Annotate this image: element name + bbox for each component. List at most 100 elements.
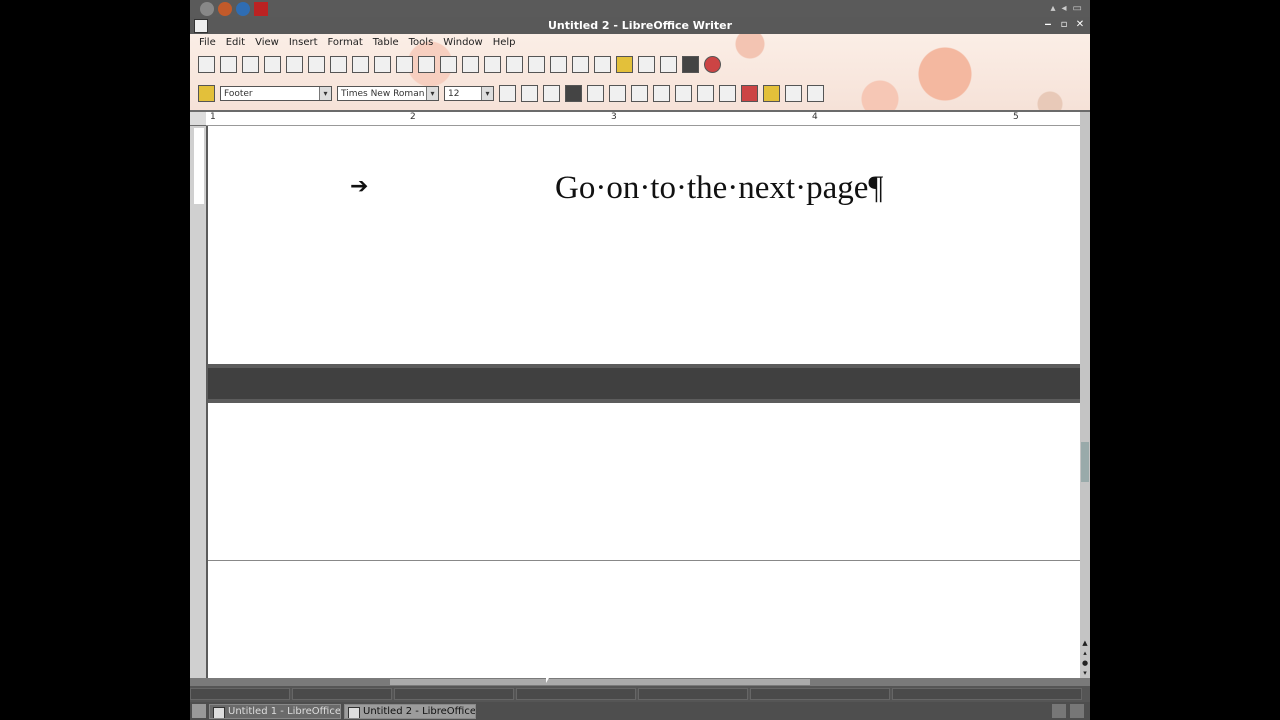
apps-icon[interactable] xyxy=(200,1,214,16)
menu-help[interactable]: Help xyxy=(488,36,521,50)
bullets-icon[interactable] xyxy=(675,85,692,102)
new-document-icon[interactable] xyxy=(198,56,215,73)
align-right-icon[interactable] xyxy=(609,85,626,102)
status-zoom-field[interactable] xyxy=(892,688,1082,700)
email-icon[interactable] xyxy=(264,56,281,73)
menu-tools[interactable]: Tools xyxy=(404,36,439,50)
toolbar-options-icon[interactable] xyxy=(807,85,824,102)
menu-edit[interactable]: Edit xyxy=(221,36,250,50)
taskbar-item-untitled-2[interactable]: Untitled 2 - LibreOffice... xyxy=(344,703,476,719)
font-size-select[interactable]: 12 ▾ xyxy=(444,86,494,101)
underline-icon[interactable] xyxy=(543,85,560,102)
chevron-down-icon[interactable]: ▾ xyxy=(319,87,331,100)
font-color-icon[interactable] xyxy=(741,85,758,102)
horizontal-scroll-thumb[interactable] xyxy=(390,679,810,685)
paragraph-style-select[interactable]: Footer ▾ xyxy=(220,86,332,101)
decrease-indent-icon[interactable] xyxy=(697,85,714,102)
task-label: Untitled 1 - LibreOffice... xyxy=(228,705,341,717)
scroll-up-icon[interactable]: ▲ xyxy=(1080,638,1090,648)
save-icon[interactable] xyxy=(242,56,259,73)
styles-icon[interactable] xyxy=(198,85,215,102)
horizontal-ruler[interactable]: 1 2 3 4 5 xyxy=(206,112,1080,126)
status-page-field[interactable] xyxy=(190,688,290,700)
autospellcheck-icon[interactable] xyxy=(396,56,413,73)
menu-insert[interactable]: Insert xyxy=(284,36,323,50)
export-pdf-icon[interactable] xyxy=(308,56,325,73)
vertical-ruler[interactable] xyxy=(190,126,206,678)
previous-page-icon[interactable]: ▴ xyxy=(1080,648,1090,658)
horizontal-scrollbar[interactable] xyxy=(190,678,1090,686)
font-name-select[interactable]: Times New Roman ▾ xyxy=(337,86,439,101)
increase-indent-icon[interactable] xyxy=(719,85,736,102)
hyperlink-icon[interactable] xyxy=(550,56,567,73)
redo-icon[interactable] xyxy=(528,56,545,73)
footer-text[interactable]: Go·on·to·the·next·page¶ xyxy=(555,170,883,207)
ruler-number: 2 xyxy=(410,112,416,122)
maximize-button[interactable]: ▫ xyxy=(1058,18,1070,31)
undo-icon[interactable] xyxy=(506,56,523,73)
vertical-scroll-thumb[interactable] xyxy=(1081,442,1089,482)
spellcheck-icon[interactable] xyxy=(374,56,391,73)
next-page[interactable] xyxy=(208,403,1080,678)
navigator-icon[interactable] xyxy=(616,56,633,73)
status-bar xyxy=(190,686,1090,702)
chevron-down-icon[interactable]: ▾ xyxy=(426,87,438,100)
status-language-field[interactable] xyxy=(394,688,514,700)
copy-icon[interactable] xyxy=(440,56,457,73)
font-size-value: 12 xyxy=(448,89,460,99)
help-icon[interactable] xyxy=(704,56,721,73)
paste-icon[interactable] xyxy=(462,56,479,73)
workspace-switcher-icon[interactable] xyxy=(1052,704,1066,718)
network-icon[interactable]: ▴ xyxy=(1050,3,1055,14)
menu-format[interactable]: Format xyxy=(323,36,368,50)
bold-icon[interactable] xyxy=(499,85,516,102)
status-style-field[interactable] xyxy=(292,688,392,700)
numbering-icon[interactable] xyxy=(653,85,670,102)
vertical-scrollbar[interactable]: ▲ ▴ ● ▾ xyxy=(1080,112,1090,678)
trash-icon[interactable] xyxy=(1070,704,1084,718)
justify-icon[interactable] xyxy=(631,85,648,102)
writer-app-icon[interactable] xyxy=(194,19,208,33)
firefox-icon[interactable] xyxy=(218,1,232,16)
chevron-down-icon[interactable]: ▾ xyxy=(481,87,493,100)
align-center-icon[interactable] xyxy=(587,85,604,102)
show-desktop-icon[interactable] xyxy=(192,704,206,718)
data-sources-icon[interactable] xyxy=(660,56,677,73)
minimize-button[interactable]: ‒ xyxy=(1042,18,1054,31)
highlight-icon[interactable] xyxy=(763,85,780,102)
menu-view[interactable]: View xyxy=(250,36,284,50)
print-preview-icon[interactable] xyxy=(352,56,369,73)
page-footer-area[interactable]: ➔ Go·on·to·the·next·page¶ xyxy=(208,126,1080,364)
clone-formatting-icon[interactable] xyxy=(484,56,501,73)
system-panel: ▴ ◂ ▭ xyxy=(190,0,1090,17)
next-page-icon[interactable]: ▾ xyxy=(1080,668,1090,678)
ruler-number: 4 xyxy=(812,112,818,122)
background-color-icon[interactable] xyxy=(785,85,802,102)
volume-icon[interactable]: ◂ xyxy=(1062,3,1067,14)
menu-table[interactable]: Table xyxy=(368,36,404,50)
status-selection-field[interactable] xyxy=(638,688,748,700)
print-icon[interactable] xyxy=(330,56,347,73)
align-left-icon[interactable] xyxy=(565,85,582,102)
status-insert-field[interactable] xyxy=(516,688,636,700)
pdf-icon[interactable] xyxy=(254,1,268,16)
italic-icon[interactable] xyxy=(521,85,538,102)
formatting-toolbar: Footer ▾ Times New Roman ▾ 12 ▾ xyxy=(198,85,824,102)
close-button[interactable]: ✕ xyxy=(1074,18,1086,31)
formatting-marks-icon[interactable] xyxy=(682,56,699,73)
paragraph-style-value: Footer xyxy=(224,89,253,99)
launcher-icons xyxy=(200,1,268,16)
navigation-icon[interactable]: ● xyxy=(1080,658,1090,668)
taskbar-item-untitled-1[interactable]: Untitled 1 - LibreOffice... xyxy=(209,703,341,719)
edit-file-icon[interactable] xyxy=(286,56,303,73)
draw-functions-icon[interactable] xyxy=(594,56,611,73)
cut-icon[interactable] xyxy=(418,56,435,73)
gallery-icon[interactable] xyxy=(638,56,655,73)
battery-icon[interactable]: ▭ xyxy=(1073,3,1082,14)
table-icon[interactable] xyxy=(572,56,589,73)
open-icon[interactable] xyxy=(220,56,237,73)
menu-window[interactable]: Window xyxy=(438,36,487,50)
browser-icon[interactable] xyxy=(236,1,250,16)
ruler-number: 5 xyxy=(1013,112,1019,122)
menu-file[interactable]: File xyxy=(194,36,221,50)
